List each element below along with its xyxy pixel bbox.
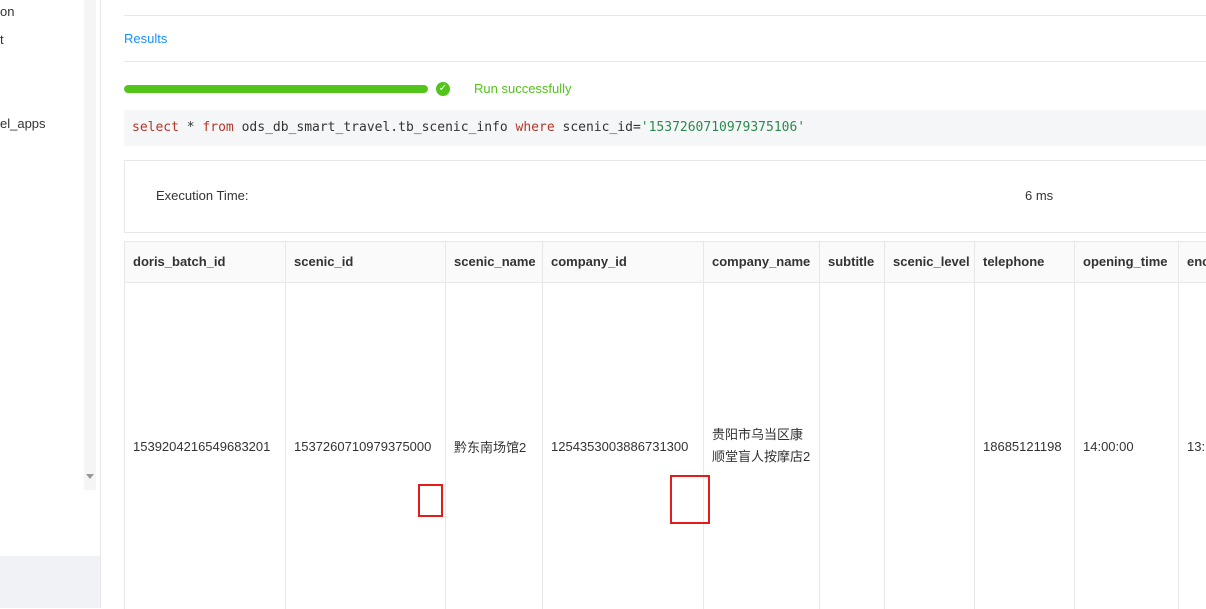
column-header[interactable]: doris_batch_id — [125, 242, 286, 282]
column-header[interactable]: company_id — [543, 242, 704, 282]
column-header[interactable]: company_name — [704, 242, 820, 282]
highlight-box — [670, 475, 710, 524]
sql-string: '1537260710979375106' — [640, 120, 806, 135]
column-header[interactable]: scenic_level — [885, 242, 975, 282]
results-panel: Results ✓ Run successfully select * from… — [124, 0, 1206, 609]
execution-time-label: Execution Time: — [156, 188, 249, 203]
sql-text: scenic_id= — [554, 120, 641, 135]
table-cell — [820, 283, 885, 609]
tab-results[interactable]: Results — [124, 31, 167, 46]
table-cell — [885, 283, 975, 609]
sidebar-item[interactable]: on — [0, 4, 14, 19]
scroll-down-arrow-icon[interactable] — [86, 474, 94, 479]
progress-fill — [124, 85, 428, 93]
sidebar-scrollbar[interactable] — [84, 0, 96, 490]
table-cell: 1539204216549683201 — [125, 283, 286, 609]
column-header[interactable]: opening_time — [1075, 242, 1179, 282]
progress-bar — [124, 85, 428, 93]
execution-time-value: 6 ms — [1025, 188, 1054, 203]
table-header: doris_batch_id scenic_id scenic_name com… — [125, 242, 1206, 283]
run-status: Run successfully — [474, 81, 572, 96]
table-cell: 13: — [1187, 438, 1206, 454]
sidebar-item[interactable]: t — [0, 32, 4, 47]
column-header[interactable]: telephone — [975, 242, 1075, 282]
table-cell: 1537260710979375000 — [286, 283, 446, 609]
sql-keyword: from — [202, 120, 234, 135]
table-cell: 18685121198 — [975, 283, 1075, 609]
table-cell: 黔东南场馆2 — [446, 283, 543, 609]
table-cell: 14:00:00 — [1075, 283, 1179, 609]
column-header[interactable]: scenic_name — [446, 242, 543, 282]
divider — [124, 61, 1206, 62]
sql-query: select * from ods_db_smart_travel.tb_sce… — [124, 110, 1206, 146]
sql-keyword: select — [132, 120, 179, 135]
execution-time-box: Execution Time: 6 ms — [124, 160, 1206, 233]
table-cell: 1254353003886731300 — [543, 283, 704, 609]
company-name-text: 贵阳市乌当区康顺堂盲人按摩店2 — [712, 427, 811, 464]
sql-keyword: where — [515, 120, 555, 135]
left-sidebar: on t el_apps — [0, 0, 101, 608]
sql-text: ods_db_smart_travel.tb_scenic_info — [233, 120, 516, 135]
sidebar-item[interactable]: el_apps — [0, 116, 46, 131]
table-row: 1539204216549683201 1537260710979375000 … — [125, 283, 1206, 609]
divider — [124, 15, 1206, 16]
sql-text: * — [178, 120, 203, 135]
highlight-box — [418, 484, 443, 517]
sidebar-footer — [0, 556, 100, 608]
table-cell: 贵阳市乌当区康顺堂盲人按摩店2 — [704, 283, 820, 609]
check-circle-icon: ✓ — [436, 82, 450, 96]
column-header[interactable]: enc — [1179, 242, 1206, 282]
results-table: doris_batch_id scenic_id scenic_name com… — [124, 241, 1206, 609]
column-header[interactable]: subtitle — [820, 242, 885, 282]
column-header[interactable]: scenic_id — [286, 242, 446, 282]
